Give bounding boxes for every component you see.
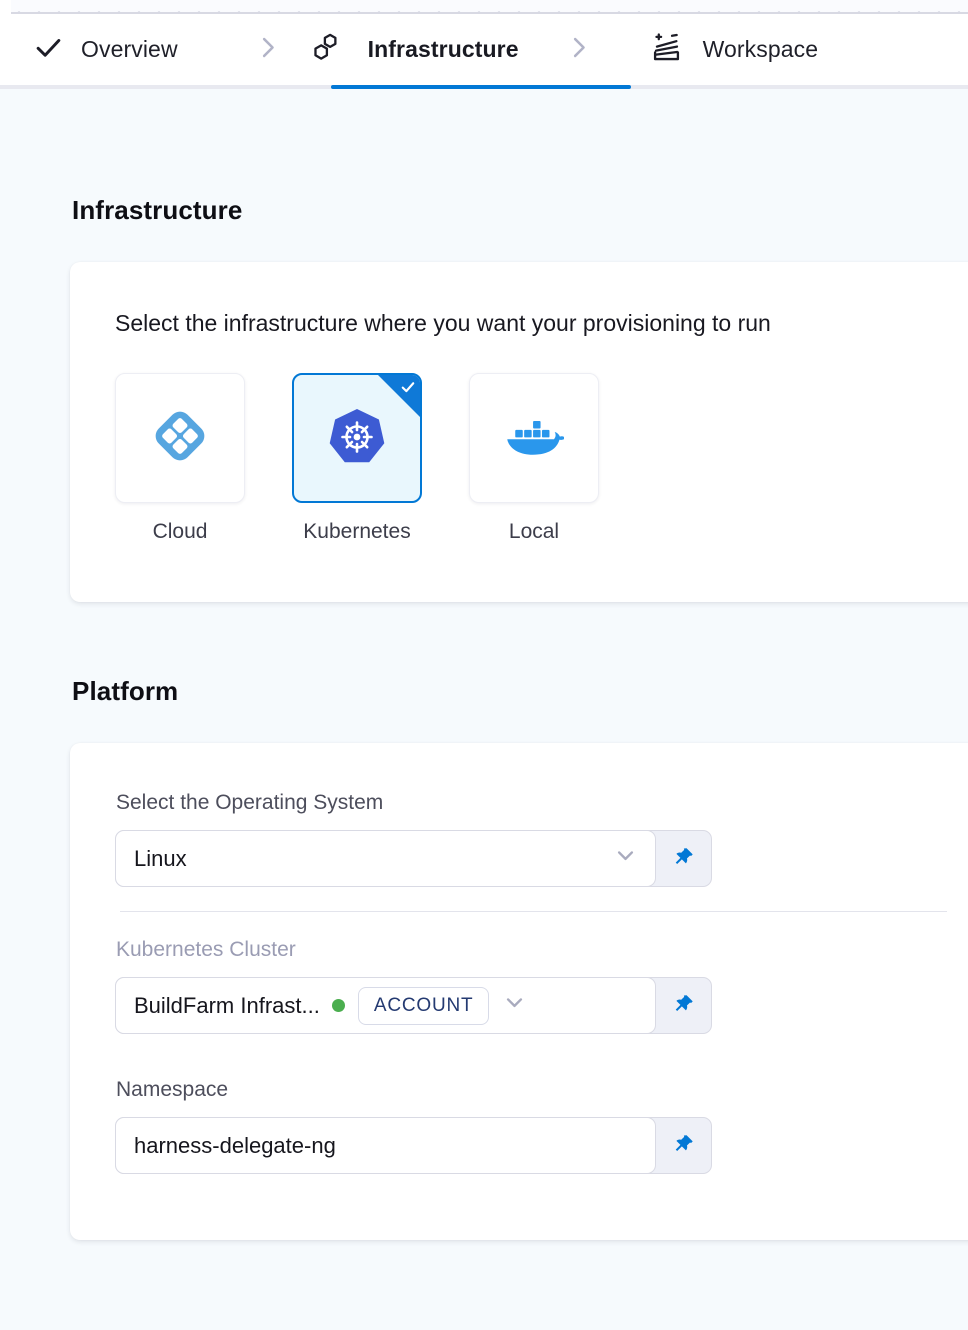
tab-overview-label: Overview <box>81 36 178 63</box>
cluster-fixed-value-pin-button[interactable] <box>656 978 711 1033</box>
option-cloud-tile[interactable] <box>115 373 245 503</box>
os-select[interactable]: Linux <box>115 830 656 887</box>
namespace-field-label: Namespace <box>115 1078 947 1102</box>
option-cloud: Cloud <box>115 373 245 544</box>
wizard-content: Infrastructure Select the infrastructure… <box>0 195 968 1240</box>
stack-icon <box>648 29 685 71</box>
tab-infrastructure-label: Infrastructure <box>368 36 519 63</box>
tab-workspace-label: Workspace <box>703 36 819 63</box>
section-divider <box>120 911 947 912</box>
option-kubernetes-tile[interactable] <box>292 373 422 503</box>
option-local-tile[interactable] <box>469 373 599 503</box>
cluster-select-value: BuildFarm Infrast... <box>134 993 320 1019</box>
namespace-fixed-value-pin-button[interactable] <box>656 1118 711 1173</box>
os-select-group: Linux <box>115 830 712 887</box>
option-kubernetes: Kubernetes <box>292 373 422 544</box>
cluster-select-group: BuildFarm Infrast... ACCOUNT <box>115 977 712 1034</box>
os-field-label: Select the Operating System <box>115 791 947 815</box>
tab-overview[interactable]: Overview <box>33 32 178 68</box>
cluster-field-label: Kubernetes Cluster <box>115 938 947 962</box>
connector-status-dot <box>332 999 345 1012</box>
active-tab-indicator <box>331 85 631 89</box>
infrastructure-wizard-page: Overview Infrastructure <box>0 0 968 1330</box>
platform-heading: Platform <box>70 676 968 707</box>
infrastructure-card: Select the infrastructure where you want… <box>70 262 968 602</box>
os-select-value: Linux <box>134 846 187 872</box>
infrastructure-prompt: Select the infrastructure where you want… <box>115 310 947 337</box>
pipeline-canvas-strip <box>0 0 968 14</box>
tab-workspace[interactable]: Workspace <box>648 29 819 71</box>
option-kubernetes-label: Kubernetes <box>303 520 410 544</box>
option-local-label: Local <box>509 520 559 544</box>
wizard-step-tabs: Overview Infrastructure <box>0 14 968 89</box>
namespace-input[interactable] <box>115 1117 656 1174</box>
pin-icon <box>672 993 695 1019</box>
selected-check-icon <box>399 378 417 401</box>
chevron-right-icon <box>254 34 281 66</box>
infrastructure-heading: Infrastructure <box>70 195 968 226</box>
docker-whale-icon <box>504 413 564 463</box>
cloud-icon <box>149 405 211 472</box>
infrastructure-options: Cloud <box>115 373 947 544</box>
check-icon <box>33 32 64 68</box>
option-cloud-label: Cloud <box>153 520 208 544</box>
pin-icon <box>672 846 695 872</box>
pin-icon <box>672 1133 695 1159</box>
scope-badge: ACCOUNT <box>358 987 490 1025</box>
chevron-down-icon <box>501 989 528 1022</box>
chevron-down-icon <box>612 842 639 875</box>
cluster-select[interactable]: BuildFarm Infrast... ACCOUNT <box>115 977 656 1034</box>
tab-infrastructure[interactable]: Infrastructure <box>307 29 519 71</box>
chevron-right-icon <box>565 34 592 66</box>
platform-card: Select the Operating System Linux <box>70 743 968 1240</box>
namespace-input-group <box>115 1117 712 1174</box>
option-local: Local <box>469 373 599 544</box>
hexagons-icon <box>307 29 344 71</box>
os-fixed-value-pin-button[interactable] <box>656 831 711 886</box>
